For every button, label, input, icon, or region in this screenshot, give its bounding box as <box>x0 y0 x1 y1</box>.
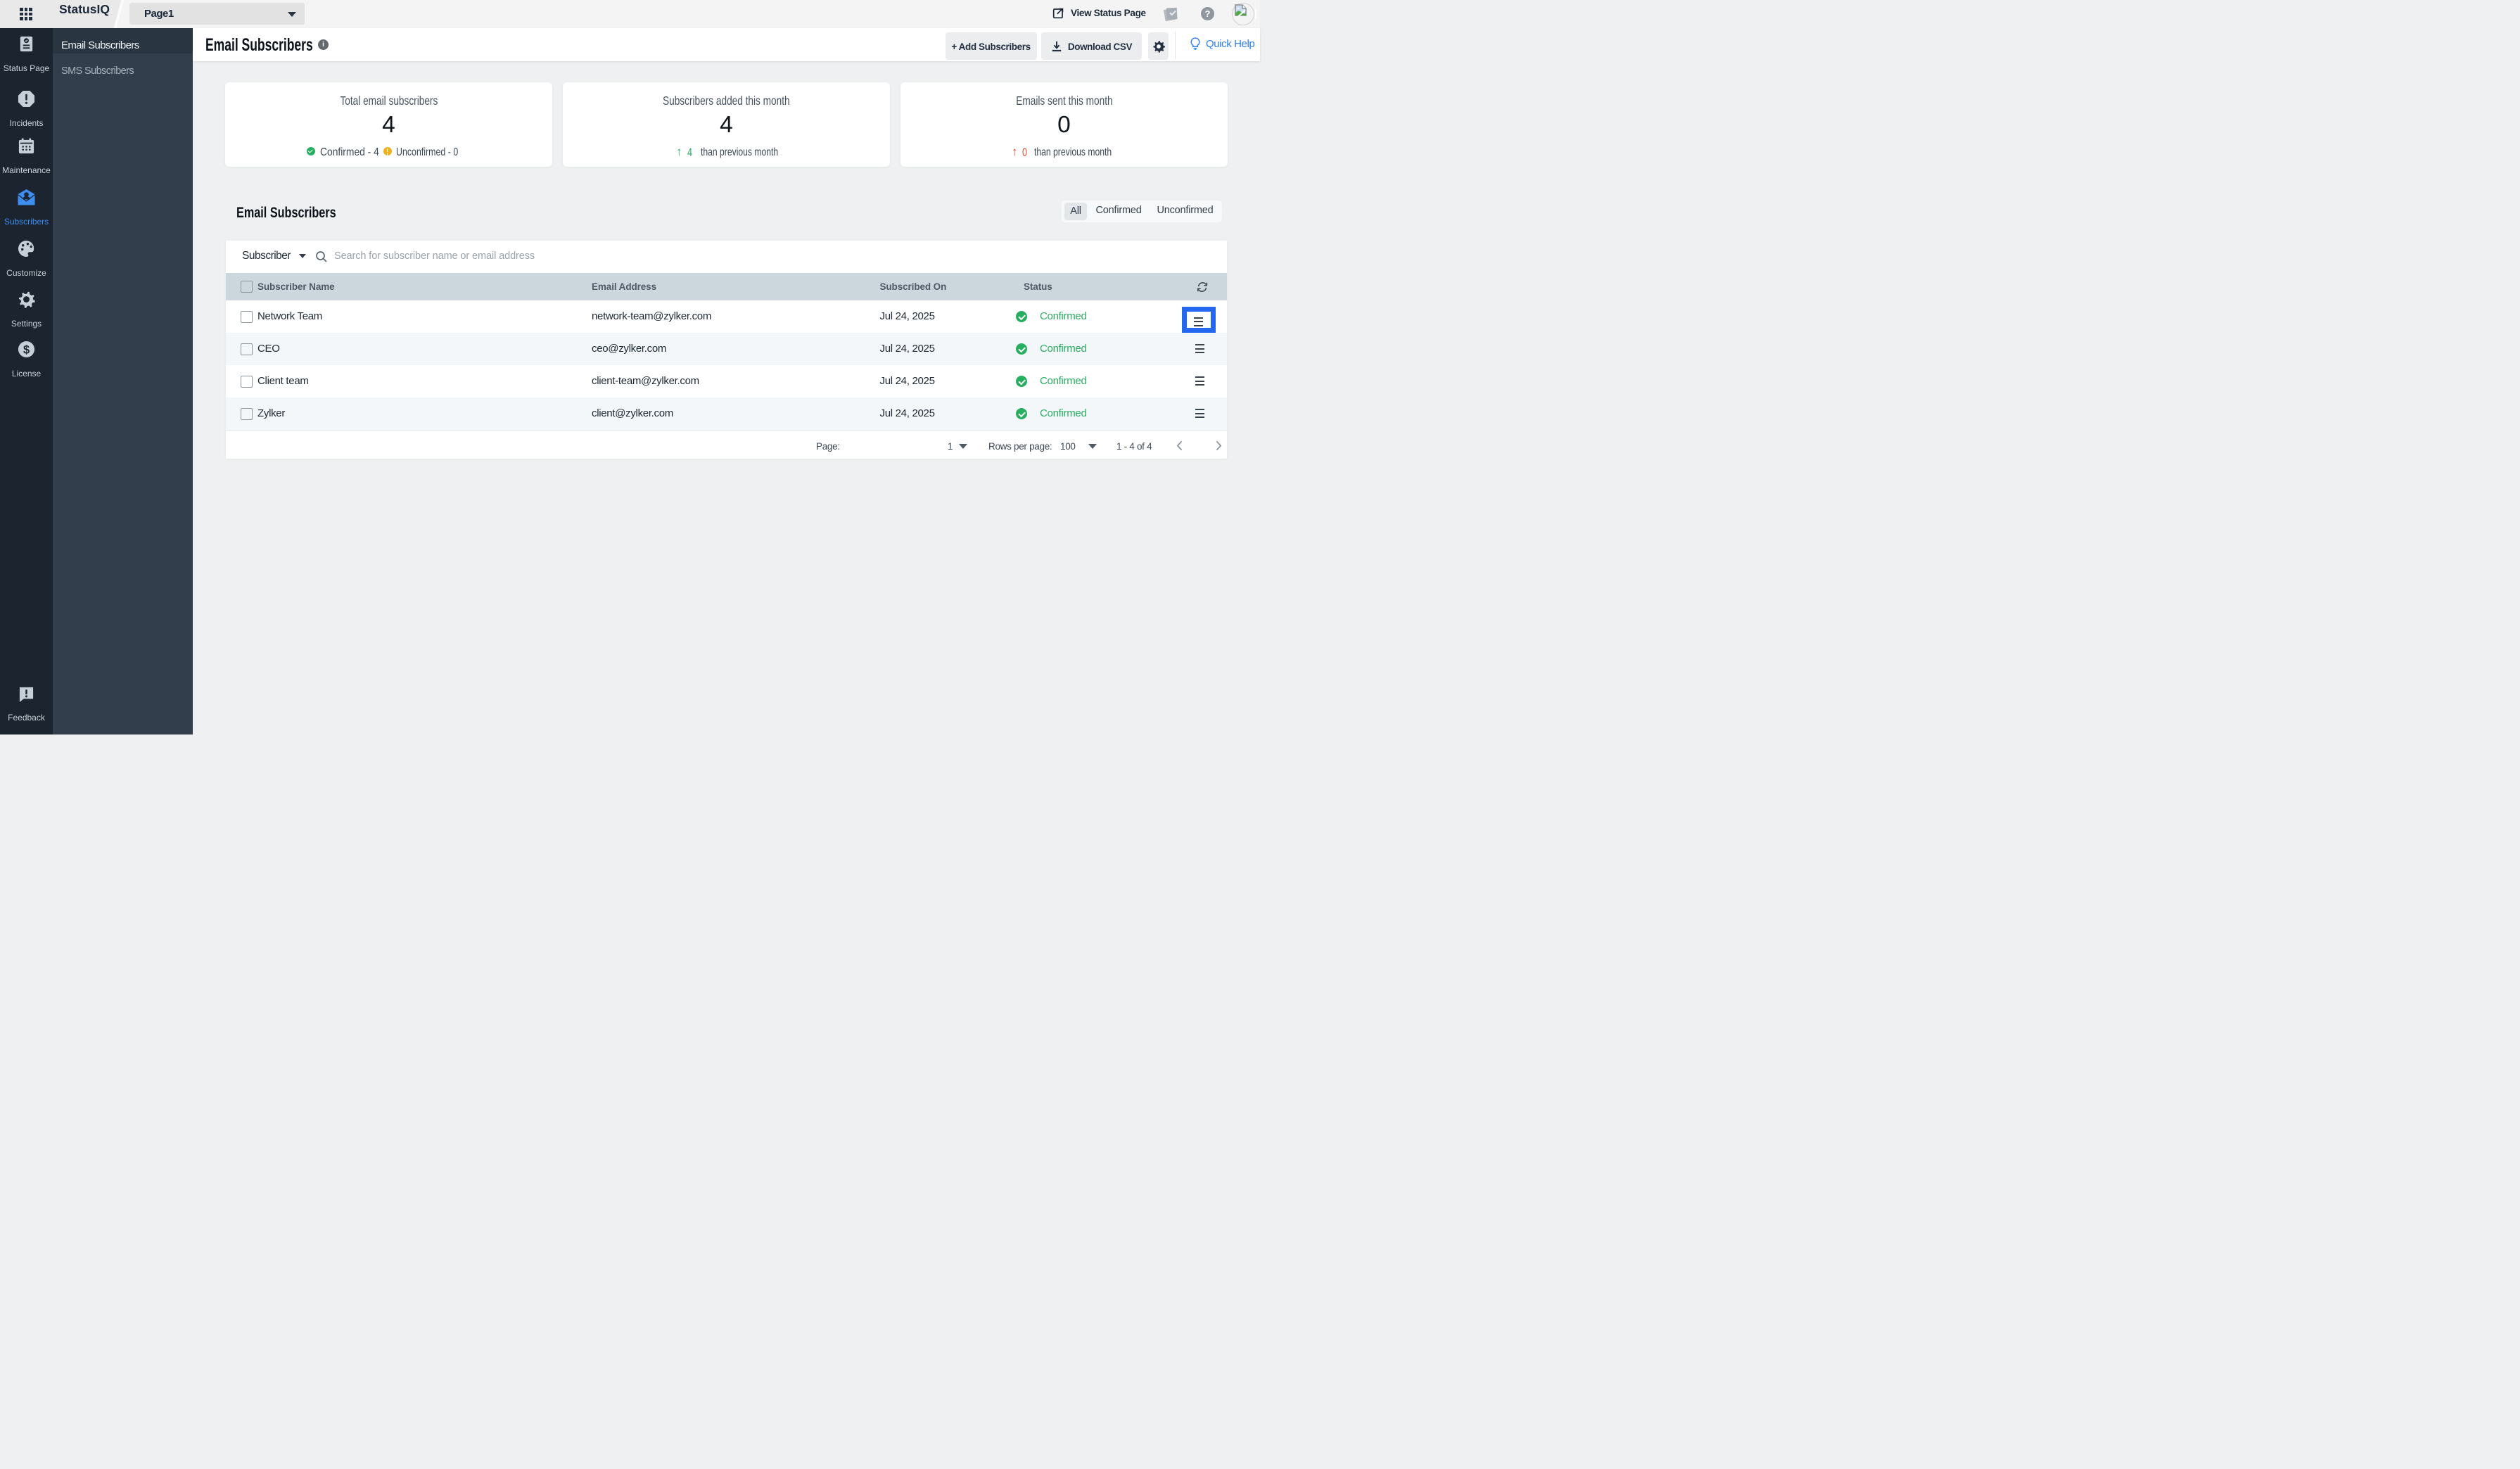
svg-text:$: $ <box>23 343 30 356</box>
